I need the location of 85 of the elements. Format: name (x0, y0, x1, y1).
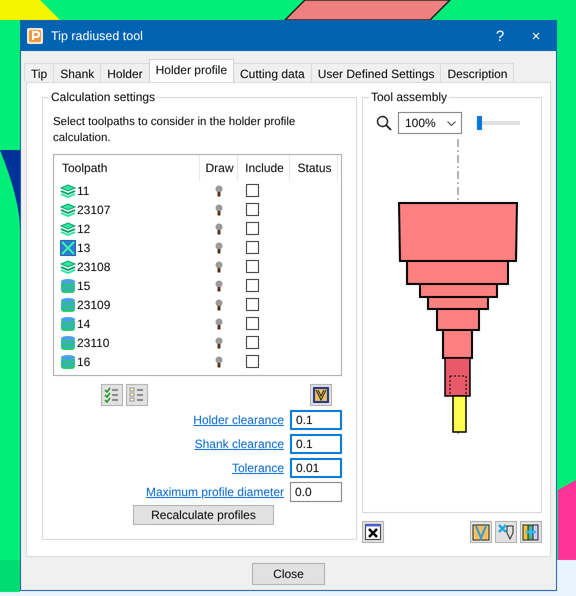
column-header[interactable]: Toolpath (60, 155, 200, 181)
field-label-link[interactable]: Shank clearance (194, 437, 284, 451)
number-field[interactable]: 0.1 (290, 410, 342, 430)
disc-stack-icon (60, 278, 76, 294)
model-surface (0, 560, 20, 592)
column-header[interactable]: Status (290, 155, 338, 181)
help-button[interactable]: ? (486, 28, 514, 44)
magnifier-icon (376, 115, 392, 131)
lightbulb-icon[interactable] (215, 260, 223, 272)
cross-drill-icon (497, 523, 515, 541)
toolpath-name[interactable]: 23110 (77, 336, 110, 350)
layers-icon (60, 202, 76, 216)
toolpath-name[interactable]: 14 (77, 316, 90, 330)
crossed-square-icon (60, 240, 76, 256)
toolpath-name[interactable]: 15 (77, 278, 90, 292)
group-title: Calculation settings (49, 90, 158, 104)
disc-stack-icon (60, 296, 76, 312)
lightbulb-icon[interactable] (215, 356, 223, 368)
lightbulb-icon[interactable] (215, 318, 223, 330)
column-header[interactable]: Include (238, 155, 290, 181)
lightbulb-icon[interactable] (215, 336, 223, 348)
disc-stack-icon (60, 316, 76, 332)
profile-view-button[interactable] (310, 384, 332, 406)
lightbulb-icon[interactable] (215, 280, 223, 292)
empty-checklist-icon (129, 387, 145, 403)
toolpath-name[interactable]: 13 (77, 240, 90, 254)
disc-stack-icon (60, 354, 76, 370)
chevron-down-icon (447, 120, 456, 126)
toolpath-name[interactable]: 11 (77, 184, 90, 198)
field-label-link[interactable]: Tolerance (232, 461, 284, 475)
include-checkbox[interactable] (246, 222, 259, 235)
number-field[interactable]: 0.1 (290, 434, 342, 454)
toolpath-name[interactable]: 12 (77, 222, 90, 236)
tab[interactable]: Cutting data (233, 63, 312, 82)
layers-icon (60, 260, 76, 274)
include-checkbox[interactable] (246, 355, 259, 368)
recalculate-button[interactable]: Recalculate profiles (133, 505, 274, 525)
include-checkbox[interactable] (246, 260, 259, 273)
field-label-link[interactable]: Maximum profile diameter (146, 485, 284, 499)
model-surface (0, 0, 60, 20)
tab[interactable]: Tip (24, 63, 54, 82)
fit-view-button[interactable] (362, 521, 384, 543)
tool-edit-button[interactable] (495, 521, 517, 543)
tab[interactable]: Holder profile (148, 59, 234, 82)
include-checkbox[interactable] (246, 241, 259, 254)
include-checkbox[interactable] (246, 317, 259, 330)
include-checkbox[interactable] (246, 336, 259, 349)
window-title: Tip radiused tool (51, 29, 144, 43)
field-label-link[interactable]: Holder clearance (193, 413, 284, 427)
toolpath-name[interactable]: 23108 (77, 260, 110, 274)
toolpath-name[interactable]: 23109 (77, 298, 110, 312)
tab[interactable]: Description (440, 63, 514, 82)
toolpath-pattern-icon (472, 523, 490, 541)
include-checkbox[interactable] (246, 203, 259, 216)
layers-icon (60, 222, 76, 236)
plus-columns-icon (522, 523, 540, 541)
include-checkbox[interactable] (246, 279, 259, 292)
lightbulb-icon[interactable] (215, 242, 223, 254)
include-checkbox[interactable] (246, 184, 259, 197)
number-field[interactable]: 0.0 (290, 482, 342, 502)
instructions-text: Select toolpaths to consider in the holder profile calculation. (53, 115, 296, 146)
layers-icon (60, 184, 76, 198)
toolpath-view-button[interactable] (470, 521, 492, 543)
toolpath-name[interactable]: 23107 (77, 202, 110, 216)
group-title: Tool assembly (369, 90, 450, 104)
select-all-button[interactable] (101, 384, 123, 406)
number-field[interactable]: 0.01 (290, 458, 342, 478)
include-checkbox[interactable] (246, 298, 259, 311)
tab[interactable]: User Defined Settings (310, 63, 442, 82)
app-logo-icon (27, 28, 43, 44)
close-dialog-button[interactable]: Close (252, 562, 325, 584)
toolpath-name[interactable]: 16 (77, 354, 90, 368)
lightbulb-icon[interactable] (215, 204, 223, 216)
zoom-dropdown[interactable]: 100% (398, 112, 462, 134)
deselect-all-button[interactable] (126, 384, 148, 406)
close-button[interactable]: × (522, 28, 550, 44)
disc-stack-icon (60, 334, 76, 350)
column-header[interactable]: Draw (200, 155, 238, 181)
lightbulb-icon[interactable] (215, 298, 223, 310)
checklist-icon (104, 387, 120, 403)
lightbulb-icon[interactable] (215, 222, 223, 234)
toolpath-pattern-icon (312, 386, 330, 404)
add-tool-button[interactable] (520, 521, 542, 543)
lightbulb-icon[interactable] (215, 184, 223, 196)
expand-arrows-icon (365, 524, 381, 540)
